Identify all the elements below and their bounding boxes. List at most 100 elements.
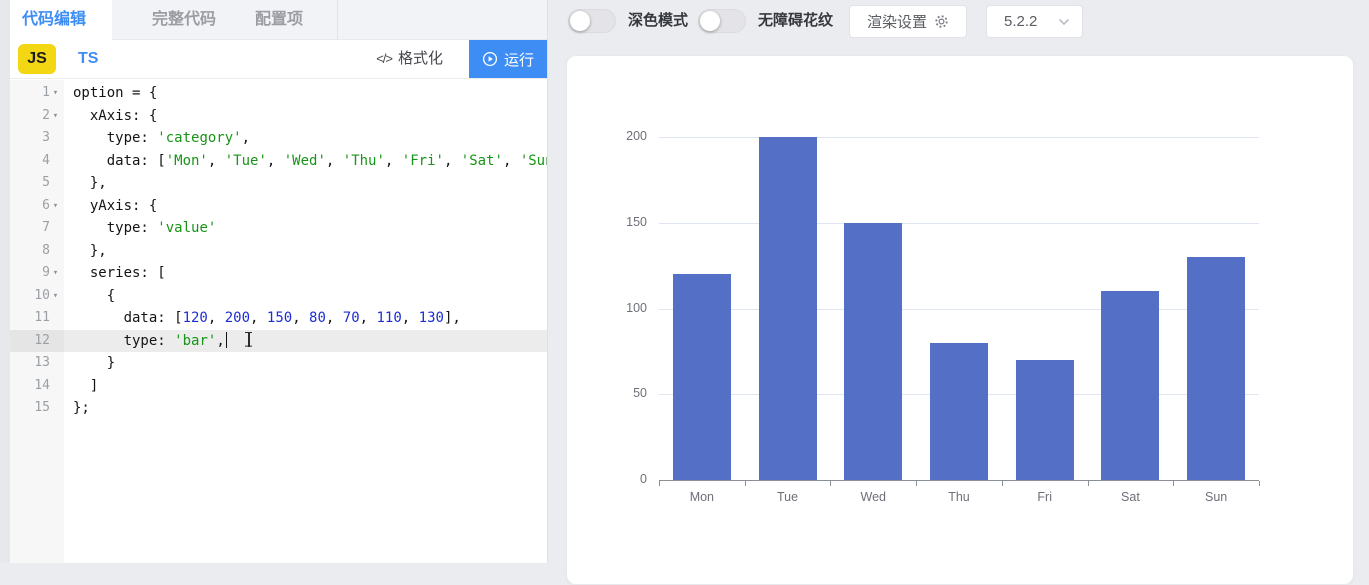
decal-pattern-toggle[interactable] [698,9,746,33]
y-axis-tick-label: 100 [595,301,647,315]
gridline [659,309,1259,310]
preview-panel: 深色模式 无障碍花纹 渲染设置 5.2.2 050100150200MonTue… [547,0,1369,563]
code-line[interactable]: 10▾ { [10,285,547,308]
version-dropdown[interactable]: 5.2.2 [986,5,1083,38]
line-number: 8 [10,240,64,263]
bar[interactable] [1101,291,1159,480]
fold-arrow-icon[interactable]: ▾ [50,105,61,128]
fold-arrow-icon[interactable]: ▾ [50,262,61,285]
x-axis-tick [659,481,660,486]
y-axis-tick-label: 50 [595,386,647,400]
render-settings-label: 渲染设置 [867,11,927,32]
code-line[interactable]: 4 data: ['Mon', 'Tue', 'Wed', 'Thu', 'Fr… [10,150,547,173]
code-line[interactable]: 11 data: [120, 200, 150, 80, 70, 110, 13… [10,307,547,330]
code-line-text: ] [64,375,98,398]
tab-separator [337,0,338,40]
line-number: 4 [10,150,64,173]
line-number: 9▾ [10,262,64,285]
code-line-text: } [64,352,115,375]
text-caret [226,332,228,348]
y-axis-tick-label: 150 [595,215,647,229]
code-line-text: { [64,285,115,308]
js-language-button[interactable]: JS [18,44,56,74]
y-axis-tick-label: 0 [595,472,647,486]
ts-language-button[interactable]: TS [78,44,98,74]
page-left-gutter [0,0,10,563]
line-number: 6▾ [10,195,64,218]
x-axis-tick [1088,481,1089,486]
fold-arrow-icon[interactable]: ▾ [50,195,61,218]
line-number: 14 [10,375,64,398]
line-number: 5 [10,172,64,195]
x-axis-category-label: Thu [916,490,1002,504]
x-axis-category-label: Mon [659,490,745,504]
code-line[interactable]: 9▾ series: [ [10,262,547,285]
line-number: 3 [10,127,64,150]
editor-toolbar: JS TS </> 格式化 运行 [10,40,547,79]
gridline [659,223,1259,224]
bar[interactable] [759,137,817,480]
code-line-text: option = { [64,82,157,105]
code-line[interactable]: 14 ] [10,375,547,398]
x-axis-tick [1173,481,1174,486]
fold-arrow-icon[interactable]: ▾ [50,82,61,105]
code-line[interactable]: 15}; [10,397,547,420]
line-number: 2▾ [10,105,64,128]
code-line[interactable]: 7 type: 'value' [10,217,547,240]
bar[interactable] [844,223,902,480]
decal-pattern-label: 无障碍花纹 [758,0,833,42]
code-line[interactable]: 8 }, [10,240,547,263]
dark-mode-label: 深色模式 [628,0,688,42]
code-line-text: }, [64,240,107,263]
x-axis-category-label: Fri [1002,490,1088,504]
toggle-knob [570,11,590,31]
code-line-text: yAxis: { [64,195,157,218]
code-lines: 1▾option = {2▾ xAxis: {3 type: 'category… [10,82,547,420]
x-axis-tick [830,481,831,486]
play-icon [482,51,498,67]
bar[interactable] [673,274,731,480]
code-line-text: data: ['Mon', 'Tue', 'Wed', 'Thu', 'Fri'… [64,150,547,173]
bar[interactable] [1187,257,1245,480]
chevron-down-icon [1058,18,1070,26]
line-number: 7 [10,217,64,240]
version-value: 5.2.2 [1004,13,1037,30]
code-line-text: }, [64,172,107,195]
x-axis-line [659,480,1259,481]
gridline [659,137,1259,138]
line-number: 1▾ [10,82,64,105]
tab-code-edit[interactable]: 代码编辑 [22,0,86,40]
tab-config-options[interactable]: 配置项 [255,0,303,40]
code-editor[interactable]: 1▾option = {2▾ xAxis: {3 type: 'category… [10,80,547,563]
code-line-text: series: [ [64,262,166,285]
fold-arrow-icon[interactable]: ▾ [50,285,61,308]
line-number: 13 [10,352,64,375]
bar[interactable] [930,343,988,480]
code-line[interactable]: 6▾ yAxis: { [10,195,547,218]
line-number: 15 [10,397,64,420]
tab-full-code[interactable]: 完整代码 [152,0,216,40]
code-line[interactable]: 13 } [10,352,547,375]
line-number: 11 [10,307,64,330]
bar[interactable] [1016,360,1074,480]
code-line[interactable]: 2▾ xAxis: { [10,105,547,128]
code-line[interactable]: 5 }, [10,172,547,195]
code-line-text: type: 'category', [64,127,250,150]
code-line[interactable]: 12 type: 'bar', [10,330,547,353]
dark-mode-toggle[interactable] [568,9,616,33]
format-button[interactable]: </> 格式化 [376,40,443,78]
x-axis-tick [1259,481,1260,486]
code-line[interactable]: 1▾option = { [10,82,547,105]
run-button-label: 运行 [504,49,534,70]
run-button[interactable]: 运行 [469,40,547,78]
y-axis-tick-label: 200 [595,129,647,143]
toggle-knob [700,11,720,31]
code-editor-panel: 代码编辑 完整代码 配置项 JS TS </> 格式化 运行 1▾option … [10,0,547,563]
code-line-text: type: 'bar', [64,330,253,353]
bar-chart[interactable]: 050100150200MonTueWedThuFriSatSun [659,137,1259,480]
code-line[interactable]: 3 type: 'category', [10,127,547,150]
x-axis-tick [1002,481,1003,486]
x-axis-category-label: Sat [1088,490,1174,504]
chart-card: 050100150200MonTueWedThuFriSatSun [566,55,1354,585]
render-settings-button[interactable]: 渲染设置 [849,5,967,38]
